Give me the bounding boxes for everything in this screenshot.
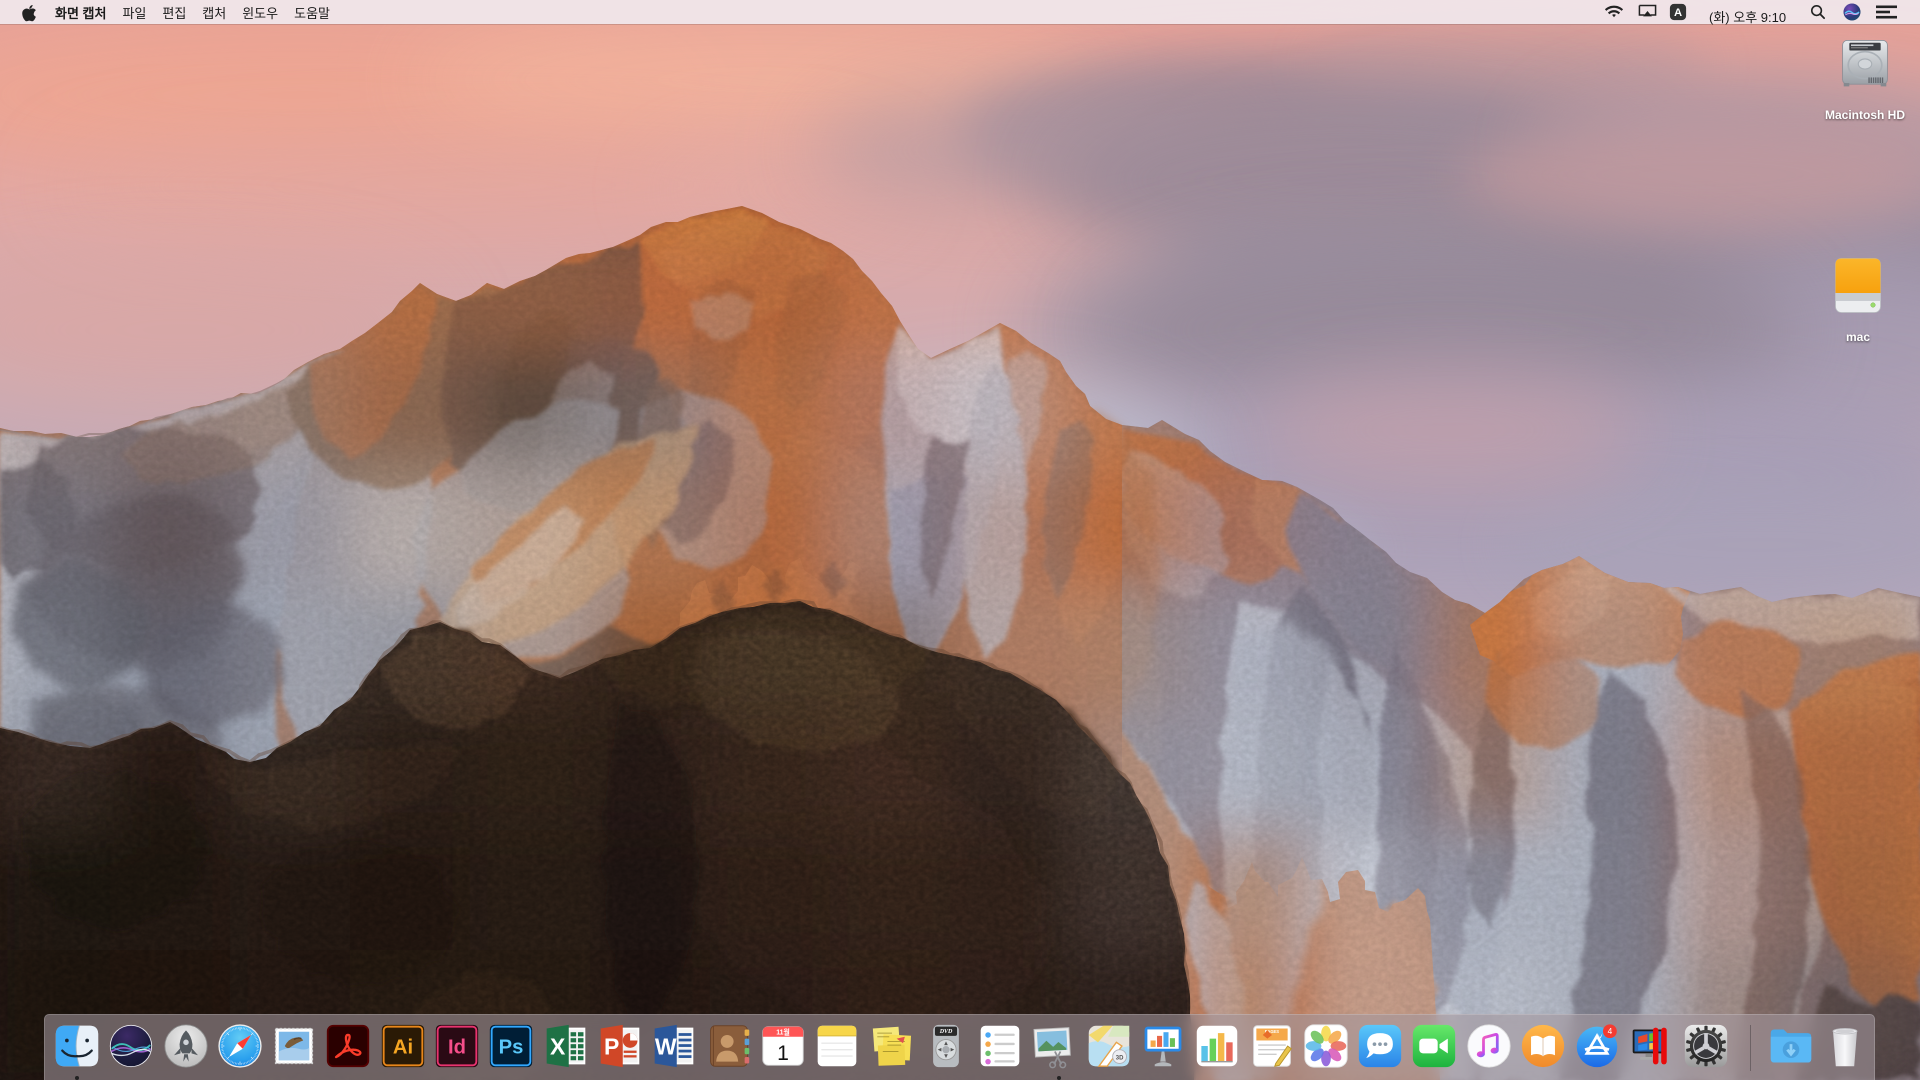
svg-text:Ai: Ai: [393, 1036, 413, 1058]
svg-text:4: 4: [1608, 1027, 1613, 1036]
svg-text:A: A: [1674, 7, 1682, 19]
svg-text:3D: 3D: [1116, 1055, 1124, 1061]
svg-text:Id: Id: [448, 1036, 466, 1058]
svg-text:Ps: Ps: [499, 1036, 524, 1058]
svg-text:DVD: DVD: [939, 1029, 953, 1035]
svg-text:P: P: [604, 1033, 619, 1059]
svg-text:W: W: [655, 1033, 677, 1059]
svg-text:1: 1: [777, 1042, 789, 1065]
svg-text:X: X: [550, 1033, 566, 1059]
